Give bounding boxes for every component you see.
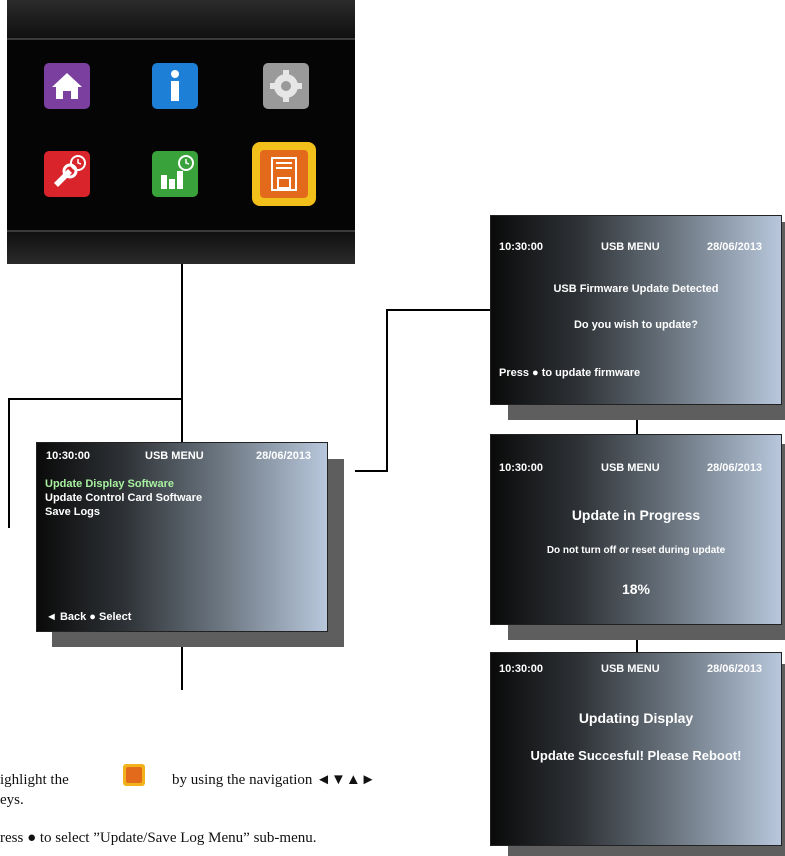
home-icon[interactable] xyxy=(44,63,90,109)
save-floppy-icon[interactable] xyxy=(252,142,316,206)
usb-menu-header: 10:30:00 USB MENU 28/06/2013 xyxy=(37,443,327,463)
connector-left-branch-h xyxy=(8,398,183,400)
screen-date: 28/06/2013 xyxy=(707,663,763,675)
instruction-step1-cont: eys. xyxy=(0,792,24,808)
screen-date: 28/06/2013 xyxy=(707,241,763,253)
connector-to-right-h2 xyxy=(386,309,490,311)
connector-icon-menu-down xyxy=(181,264,183,446)
update-detected-message: USB Firmware Update Detected xyxy=(553,283,719,295)
settings-gear-icon[interactable] xyxy=(263,63,309,109)
save-floppy-icon xyxy=(123,764,145,786)
clock-time: 10:30:00 xyxy=(499,663,544,675)
clock-time: 10:30:00 xyxy=(46,450,91,462)
menu-item-update-control-card[interactable]: Update Control Card Software xyxy=(45,492,202,504)
update-done-screen: 10:30:00 USB MENU 28/06/2013 Updating Di… xyxy=(490,652,782,846)
screen-title: USB MENU xyxy=(601,462,660,474)
update-in-progress-screen: 10:30:00 USB MENU 28/06/2013 Update in P… xyxy=(490,434,782,625)
progress-percent: 18% xyxy=(621,581,651,597)
usb-menu-footer: ◄ Back ● Select xyxy=(46,611,132,623)
progress-warning: Do not turn off or reset during update xyxy=(546,545,726,556)
screen-title: USB MENU xyxy=(145,450,204,462)
menu-item-save-logs[interactable]: Save Logs xyxy=(45,506,100,518)
screen-date: 28/06/2013 xyxy=(256,450,312,462)
connector-to-right-v xyxy=(386,309,388,472)
done-header: 10:30:00 USB MENU 28/06/2013 xyxy=(491,653,781,675)
done-heading: Updating Display xyxy=(578,710,694,726)
connector-left-branch-v xyxy=(8,398,10,528)
connector-to-right-h1 xyxy=(355,470,388,472)
icon-menu-bottom-band xyxy=(7,230,355,264)
update-detected-header: 10:30:00 USB MENU 28/06/2013 xyxy=(491,216,781,253)
in-progress-header: 10:30:00 USB MENU 28/06/2013 xyxy=(491,435,781,474)
update-question: Do you wish to update? xyxy=(573,319,699,331)
instruction-step1-end: by using the navigation ◄▼▲► xyxy=(172,772,376,788)
screen-title: USB MENU xyxy=(601,663,660,675)
update-detected-screen: 10:30:00 USB MENU 28/06/2013 USB Firmwar… xyxy=(490,215,782,405)
done-message: Update Succesful! Please Reboot! xyxy=(530,748,742,763)
instruction-step1-start: ighlight the xyxy=(0,772,69,788)
screen-title: USB MENU xyxy=(601,241,660,253)
instruction-step2: ress ● to select ”Update/Save Log Menu” … xyxy=(0,830,317,846)
icon-menu-screen xyxy=(7,0,355,264)
logs-chart-clock-icon[interactable] xyxy=(152,151,198,197)
clock-time: 10:30:00 xyxy=(499,462,544,474)
progress-heading: Update in Progress xyxy=(571,507,701,523)
menu-item-update-display[interactable]: Update Display Software xyxy=(45,478,174,490)
service-wrench-clock-icon[interactable] xyxy=(44,151,90,197)
info-icon[interactable] xyxy=(152,63,198,109)
update-detected-footer: Press ● to update firmware xyxy=(499,367,641,379)
screen-date: 28/06/2013 xyxy=(707,462,763,474)
clock-time: 10:30:00 xyxy=(499,241,544,253)
icon-menu-top-band xyxy=(7,0,355,40)
usb-menu-screen: 10:30:00 USB MENU 28/06/2013 Update Disp… xyxy=(36,442,328,632)
